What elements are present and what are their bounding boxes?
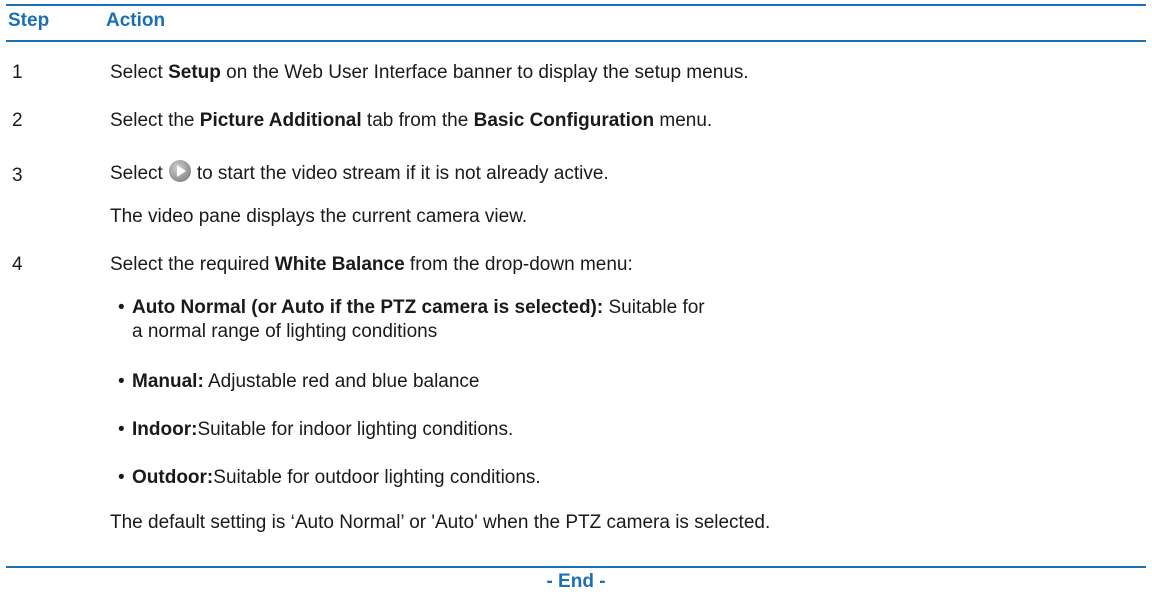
bullet-icon: •	[118, 371, 125, 392]
play-icon	[168, 160, 191, 182]
header-step: Step	[8, 10, 50, 31]
step-number: 3	[12, 165, 23, 186]
step-text: Select the required White Balance from t…	[110, 254, 633, 275]
step-number: 1	[12, 62, 23, 83]
step-number: 4	[12, 254, 23, 275]
step-text: Select Setup on the Web User Interface b…	[110, 62, 749, 83]
list-item: • Indoor:Suitable for indoor lighting con…	[118, 419, 514, 440]
step-text: Select the Picture Additional tab from t…	[110, 110, 713, 131]
list-item: • Auto Normal (or Auto if the PTZ camera …	[118, 297, 705, 342]
header-action: Action	[106, 10, 166, 31]
default-note: The default setting is ‘Auto Normal’ or …	[110, 512, 771, 533]
header-rule	[6, 40, 1146, 42]
list-item: • Manual: Adjustable red and blue balance	[118, 371, 480, 392]
bullet-icon: •	[118, 297, 125, 318]
end-marker: - End -	[546, 571, 606, 592]
list-item: • Outdoor:Suitable for outdoor lighting c…	[118, 467, 541, 488]
bottom-rule	[6, 566, 1146, 568]
bullet-icon: •	[118, 467, 125, 488]
step-text: Select to start the video stream if it is…	[110, 160, 609, 185]
step-note: The video pane displays the current came…	[110, 206, 528, 227]
bullet-icon: •	[118, 419, 125, 440]
top-rule	[6, 4, 1146, 6]
step-number: 2	[12, 110, 23, 131]
